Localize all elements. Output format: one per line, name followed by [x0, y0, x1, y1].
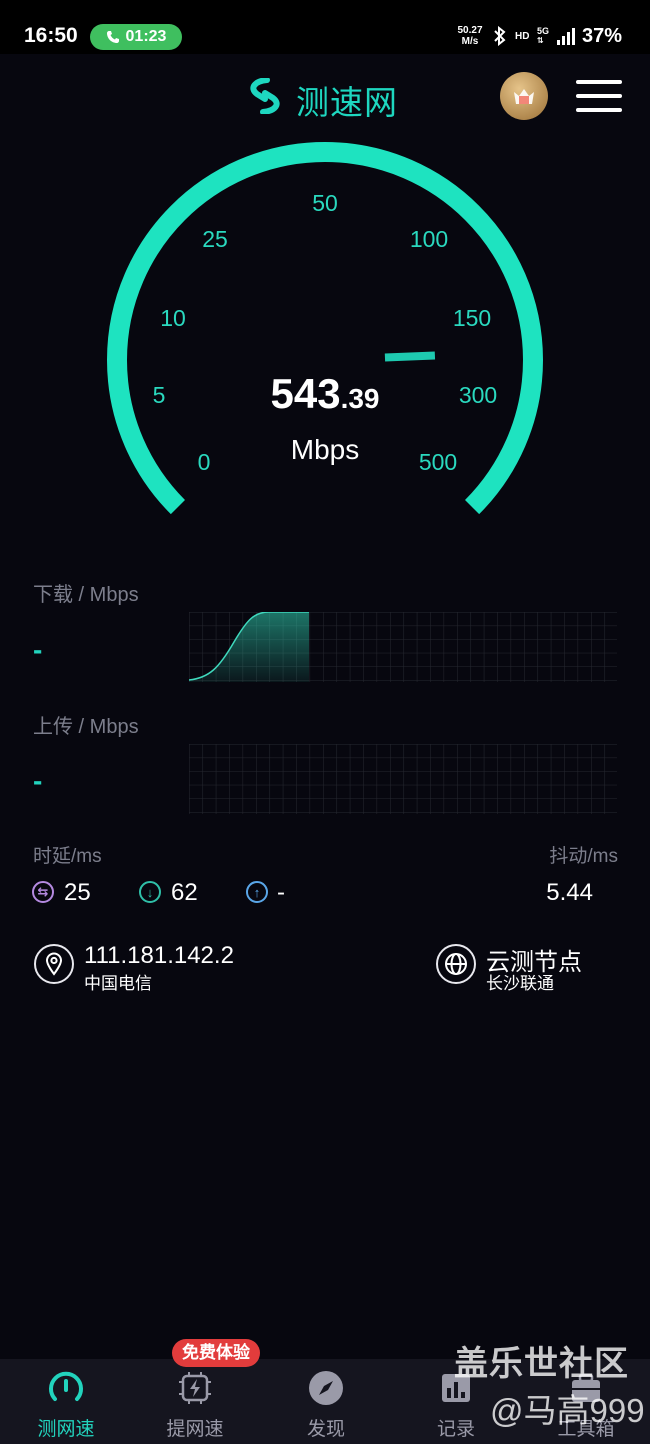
s-swirl-icon [250, 78, 280, 114]
call-timer-pill[interactable]: 01:23 [90, 24, 182, 50]
nav-item-discover[interactable]: 发现 [281, 1368, 371, 1441]
gauge-tick-300: 300 [458, 382, 498, 408]
speedometer-icon [49, 1371, 83, 1401]
nav-label-records: 记录 [436, 1419, 475, 1440]
gauge-value: 543.39 [225, 370, 425, 418]
chip-bolt-icon [179, 1372, 211, 1404]
bluetooth-icon [494, 26, 506, 46]
globe-icon[interactable] [436, 944, 476, 984]
upload-chart [189, 744, 617, 814]
upload-label: 上传 / Mbps [33, 716, 139, 738]
app-title: 测速网 [296, 84, 398, 121]
gauge-tick-150: 150 [452, 305, 492, 331]
download-chart [189, 612, 617, 682]
location-pin-icon [34, 944, 74, 984]
upload-latency-value: - [277, 879, 285, 906]
battery-level: 37% [582, 25, 623, 47]
jitter-label: 抖动/ms [549, 846, 618, 867]
hd-voice-label: HD [515, 31, 530, 42]
nav-item-speedtest[interactable]: 测网速 [21, 1368, 111, 1441]
phone-icon [106, 31, 119, 43]
network-type-label: 5G ⇅ [537, 26, 550, 46]
watermark-author: @马高999 [490, 1392, 645, 1429]
idle-latency-icon: ⇆ [32, 881, 54, 903]
download-latency-icon: ↓ [139, 881, 161, 903]
nav-item-boost[interactable]: 提网速 [150, 1368, 240, 1441]
nav-label-discover: 发现 [306, 1419, 345, 1440]
idle-latency-value: 25 [64, 879, 91, 906]
gauge-needle [384, 351, 436, 362]
avatar[interactable] [500, 72, 548, 120]
network-speed-unit: M/s [461, 36, 479, 47]
gauge-tick-5: 5 [152, 382, 166, 408]
compass-icon [309, 1371, 343, 1405]
nav-label-speedtest: 测网速 [37, 1419, 95, 1440]
promo-badge[interactable]: 免费体验 [172, 1339, 260, 1367]
gauge-value-int: 543 [270, 370, 341, 417]
gauge-tick-25: 25 [202, 226, 228, 252]
latency-label: 时延/ms [33, 846, 102, 867]
network-type-text: 5G [537, 26, 550, 36]
ip-address: 111.181.142.2 [84, 942, 234, 969]
gauge-tick-10: 10 [160, 305, 186, 331]
upload-value: - [33, 765, 43, 796]
hamburger-menu-icon[interactable] [576, 80, 622, 114]
signal-icon [557, 28, 575, 45]
gauge-value-dec: .39 [340, 383, 380, 414]
watermark-community: 盖乐世社区 [454, 1345, 629, 1383]
download-value: - [33, 634, 43, 665]
call-timer: 01:23 [125, 28, 167, 45]
gauge-tick-50: 50 [312, 190, 338, 216]
status-time: 16:50 [24, 24, 78, 47]
download-latency-value: 62 [171, 879, 198, 906]
data-arrows-icon: ⇅ [537, 36, 544, 45]
test-node-location: 长沙联通 [486, 974, 554, 993]
network-speed-value: 50.27 [457, 25, 483, 36]
jitter-value: 5.44 [546, 879, 593, 906]
network-speed-indicator: 50.27 M/s [452, 25, 488, 47]
upload-latency-icon: ↑ [246, 881, 268, 903]
isp-name: 中国电信 [84, 974, 152, 993]
download-label: 下载 / Mbps [33, 584, 139, 606]
gauge-tick-100: 100 [409, 226, 449, 252]
crown-avatar-icon [514, 89, 534, 104]
nav-label-boost: 提网速 [166, 1419, 224, 1440]
gauge-unit: Mbps [290, 434, 360, 465]
